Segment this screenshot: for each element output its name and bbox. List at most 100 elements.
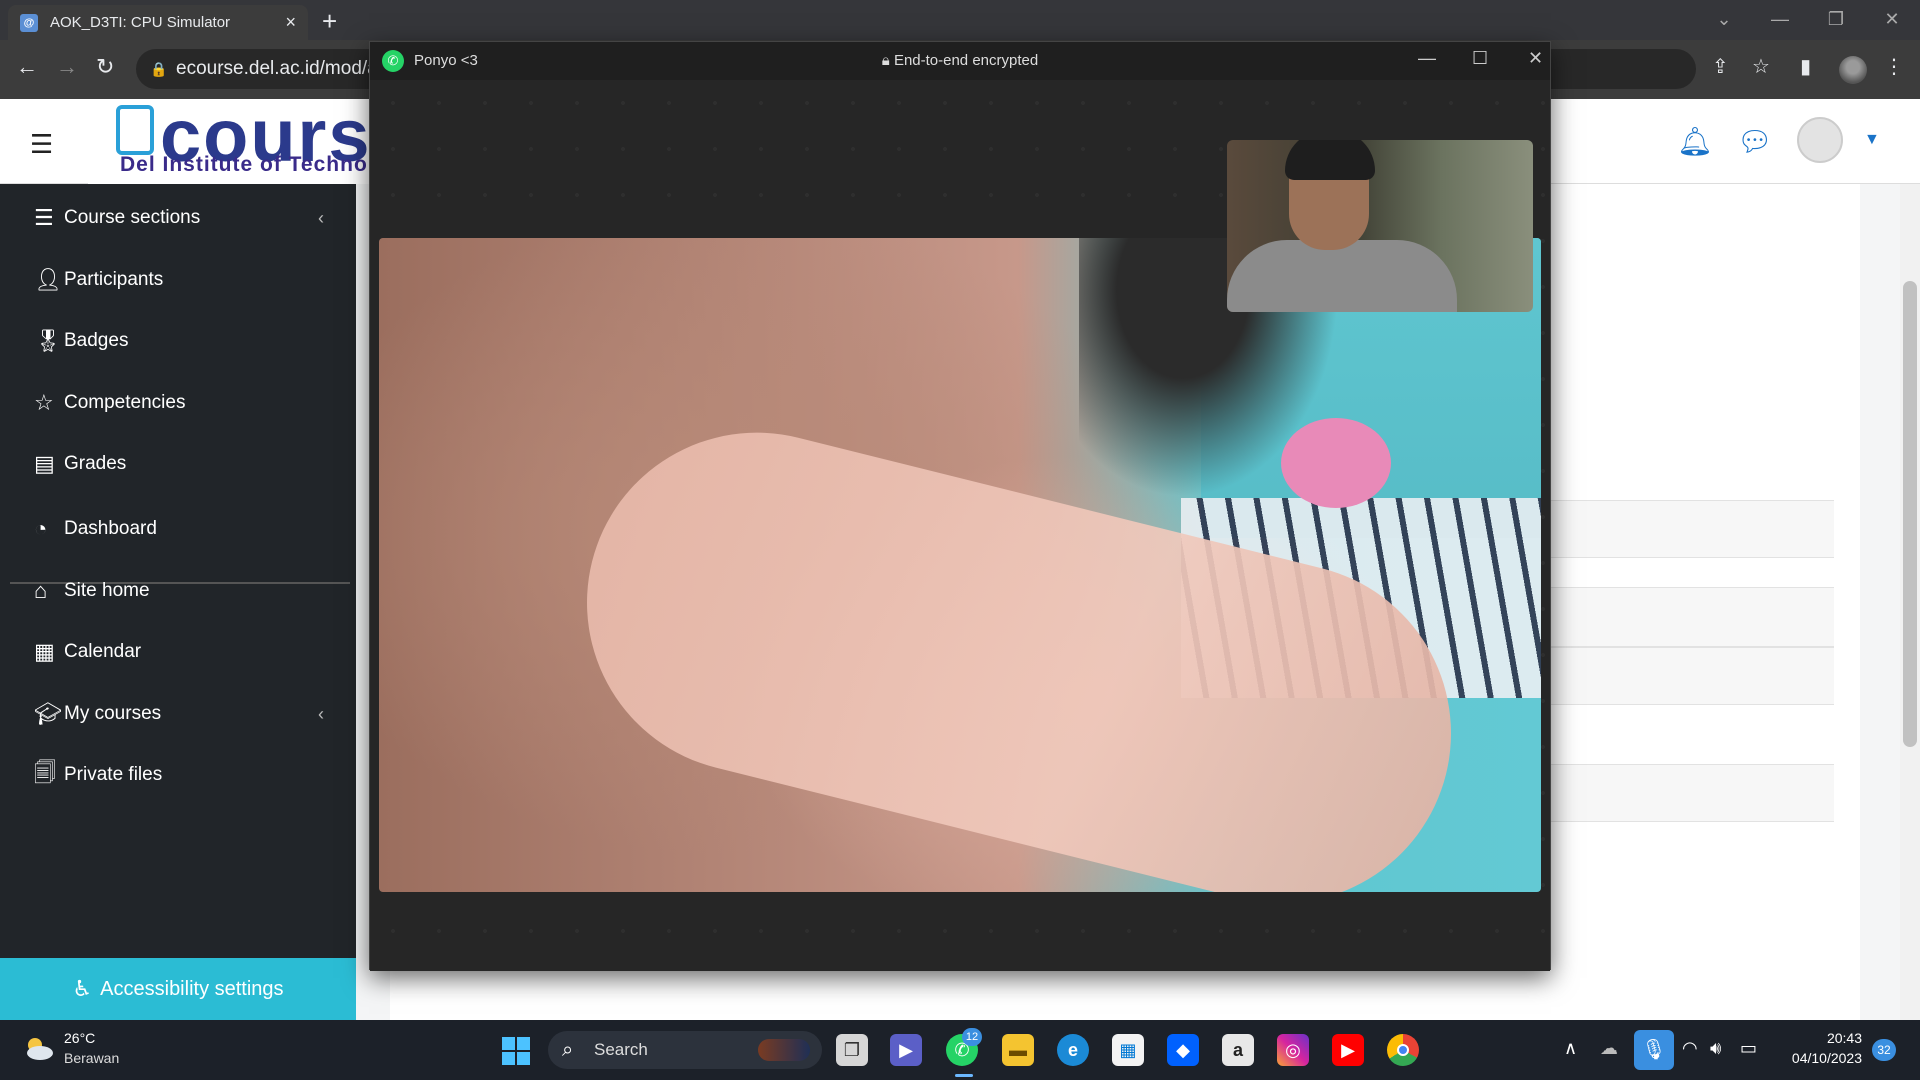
file-explorer-icon[interactable]: ▬ <box>1002 1034 1034 1066</box>
edge-browser-icon[interactable]: e <box>1057 1034 1089 1066</box>
sidebar-item-label: Private files <box>64 764 163 785</box>
new-tab-button[interactable]: + <box>322 6 337 37</box>
reload-icon[interactable]: ↻ <box>96 54 114 80</box>
tab-search-icon[interactable]: ⌄ <box>1696 0 1752 40</box>
sidepanel-icon[interactable]: ▮ <box>1800 54 1811 79</box>
self-hair <box>1285 140 1375 180</box>
minimize-icon[interactable]: — <box>1752 0 1808 40</box>
instagram-icon[interactable]: ◎ <box>1277 1034 1309 1066</box>
start-tile <box>502 1037 515 1050</box>
page-scrollbar-thumb[interactable] <box>1903 281 1917 747</box>
weather-description[interactable]: Berawan <box>64 1050 119 1066</box>
encryption-status: 🔒︎ End-to-end encrypted <box>370 52 1550 69</box>
youtube-icon[interactable]: ▶ <box>1332 1034 1364 1066</box>
notification-center-badge[interactable]: 32 <box>1872 1039 1896 1061</box>
sidebar-item-private-files[interactable]: 🗐︎ Private files <box>34 755 334 795</box>
cloudy-weather-icon[interactable] <box>22 1034 54 1062</box>
list-icon: ☰ <box>34 205 54 230</box>
logo-sub-text: Del Institute of Technol <box>120 153 375 176</box>
volume-icon[interactable]: 🔊︎ <box>1710 1038 1721 1059</box>
task-view-icon[interactable]: ❐ <box>836 1034 868 1066</box>
encryption-text: End-to-end encrypted <box>893 52 1039 69</box>
restore-icon[interactable]: ❐ <box>1808 0 1864 40</box>
notifications-bell-icon[interactable]: 🔔︎ <box>1677 125 1713 158</box>
sidebar-item-course-sections[interactable]: ☰ Course sections ‹ <box>34 198 334 238</box>
self-video-preview[interactable] <box>1227 140 1533 312</box>
accessibility-icon: ♿︎ <box>72 976 93 1001</box>
sidebar-item-dashboard[interactable]: ◔ Dashboard <box>34 509 334 549</box>
search-label: Search <box>594 1040 648 1059</box>
start-tile <box>502 1052 515 1065</box>
sidebar-item-label: Calendar <box>64 641 142 662</box>
calendar-icon: ▦ <box>34 639 55 664</box>
user-menu-caret-icon[interactable]: ▼ <box>1864 131 1880 149</box>
accessibility-label: Accessibility settings <box>100 977 284 1000</box>
search-highlight-image <box>758 1039 810 1061</box>
browser-tab[interactable]: @ AOK_D3TI: CPU Simulator × <box>8 5 308 40</box>
forward-icon[interactable]: → <box>56 54 78 80</box>
sidebar-item-calendar[interactable]: ▦ Calendar <box>34 632 334 672</box>
chrome-icon[interactable] <box>1387 1034 1419 1066</box>
sidebar-item-site-home[interactable]: ⌂ Site home <box>34 571 334 611</box>
dashboard-icon: ◔ <box>34 516 48 541</box>
clock-time[interactable]: 20:43 <box>1784 1030 1862 1046</box>
onedrive-offline-icon[interactable]: ☁ <box>1600 1038 1618 1059</box>
star-icon[interactable]: ☆ <box>1752 54 1770 79</box>
whatsapp-unread-badge: 12 <box>962 1028 982 1046</box>
browser-tabstrip: @ AOK_D3TI: CPU Simulator × + ⌄ — ❐ ✕ <box>0 0 1920 40</box>
dropbox-icon[interactable]: ◆ <box>1167 1034 1199 1066</box>
clock-date[interactable]: 04/10/2023 <box>1770 1050 1862 1066</box>
participants-icon: 👤︎ <box>34 267 62 292</box>
hamburger-menu-icon[interactable]: ☰ <box>30 129 53 160</box>
microphone-in-use-icon[interactable]: 🎙︎ <box>1634 1030 1674 1070</box>
taskbar-search[interactable]: ⌕ Search <box>548 1031 822 1069</box>
start-tile <box>517 1052 530 1065</box>
lock-icon: 🔒︎ <box>881 52 894 69</box>
sidebar-item-competencies[interactable]: ☆ Competencies <box>34 383 334 423</box>
star-outline-icon: ☆ <box>34 390 54 415</box>
show-hidden-icons-chevron-icon[interactable]: ∧ <box>1564 1038 1577 1059</box>
sidebar-item-my-courses[interactable]: 🎓︎ My courses ‹ <box>34 694 334 734</box>
amazon-icon[interactable]: a <box>1222 1034 1254 1066</box>
chevron-left-icon[interactable]: ‹ <box>318 208 324 229</box>
self-body <box>1227 240 1457 312</box>
sidebar-item-label: Grades <box>64 453 127 474</box>
remote-video-feed <box>379 238 1541 892</box>
profile-icon[interactable] <box>1839 56 1867 84</box>
share-icon[interactable]: ⇪ <box>1712 54 1729 79</box>
accessibility-settings-button[interactable]: ♿︎ Accessibility settings <box>0 958 356 1020</box>
messages-icon[interactable]: 💬︎ <box>1737 125 1773 158</box>
user-avatar[interactable] <box>1797 117 1843 163</box>
start-button[interactable] <box>502 1037 530 1065</box>
call-close-icon[interactable]: ✕ <box>1528 48 1543 69</box>
active-app-indicator <box>955 1074 973 1077</box>
call-minimize-icon[interactable]: — <box>1418 48 1436 69</box>
tab-close-icon[interactable]: × <box>285 12 296 33</box>
microsoft-store-icon[interactable]: ▦ <box>1112 1034 1144 1066</box>
sidebar-item-badges[interactable]: 🎖︎ Badges <box>34 321 334 361</box>
badge-icon: 🎖︎ <box>34 328 62 353</box>
weather-temperature[interactable]: 26°C <box>64 1030 95 1046</box>
sidebar-item-grades[interactable]: ▤ Grades <box>34 444 334 484</box>
home-icon: ⌂ <box>34 578 48 603</box>
call-maximize-icon[interactable]: ☐ <box>1472 48 1488 69</box>
sidebar-item-label: Participants <box>64 269 164 290</box>
lock-icon[interactable]: 🔒 <box>150 49 167 89</box>
start-tile <box>517 1037 530 1050</box>
sidebar-item-label: My courses <box>64 703 162 724</box>
chevron-left-icon[interactable]: ‹ <box>318 704 324 725</box>
ecourse-logo[interactable]: cours Del Institute of Technol <box>88 99 388 184</box>
browser-window-controls: ⌄ — ❐ ✕ <box>1696 0 1920 40</box>
sidebar-item-label: Course sections <box>64 207 201 228</box>
wifi-icon[interactable]: ◠ <box>1682 1038 1698 1059</box>
back-icon[interactable]: ← <box>16 54 38 80</box>
sidebar-item-label: Competencies <box>64 392 186 413</box>
site-favicon-icon: @ <box>20 13 38 32</box>
close-window-icon[interactable]: ✕ <box>1864 0 1920 40</box>
sidebar-item-label: Site home <box>64 580 150 601</box>
sidebar-item-participants[interactable]: 👤︎ Participants <box>34 260 334 300</box>
battery-icon[interactable]: ▭ <box>1740 1038 1757 1059</box>
teams-chat-icon[interactable]: ▶ <box>890 1034 922 1066</box>
menu-icon[interactable]: ⋮ <box>1884 54 1904 79</box>
files-icon: 🗐︎ <box>34 760 56 785</box>
